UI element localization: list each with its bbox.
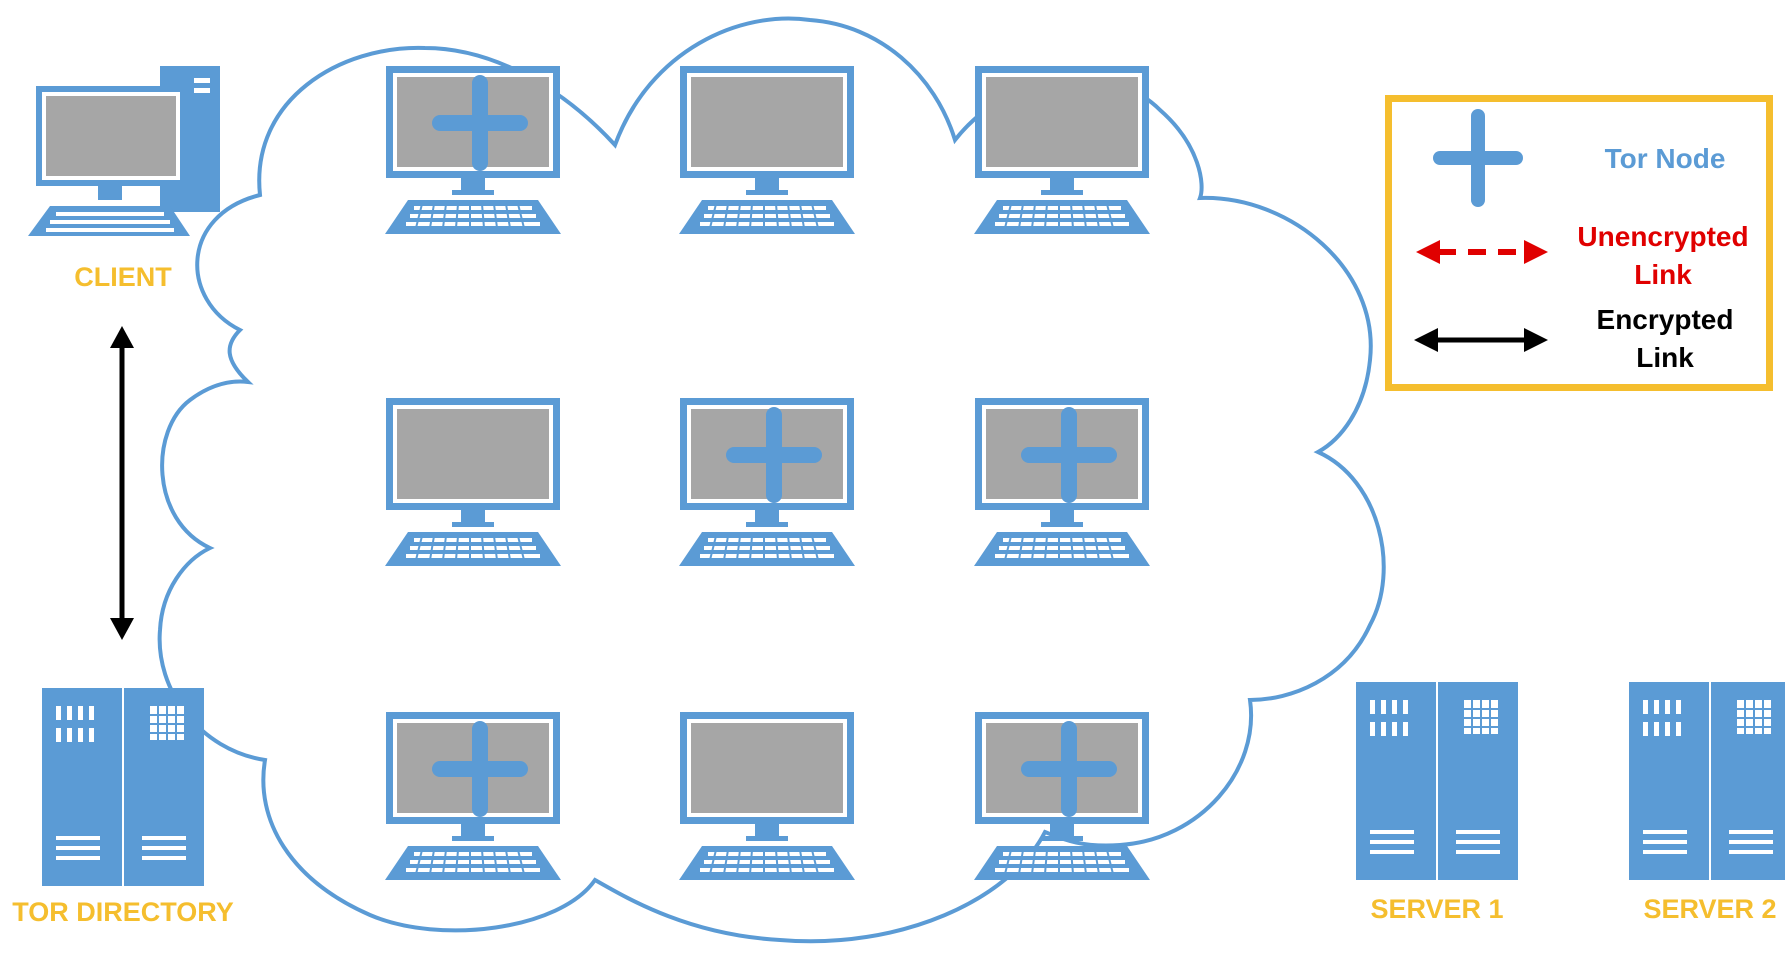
network-node [678, 65, 856, 235]
legend-unencrypted-line2: Link [1634, 259, 1692, 290]
legend-encrypted-line1: Encrypted [1596, 304, 1734, 335]
network-node [973, 711, 1151, 881]
legend-encrypted-label: Encrypted Link [1580, 301, 1750, 377]
server-1-icon [1355, 681, 1519, 881]
legend-tor-node-label: Tor Node [1604, 143, 1726, 174]
client-computer-icon [28, 66, 220, 236]
network-node [678, 397, 856, 567]
network-node [973, 65, 1151, 235]
server-1-label: SERVER 1 [1370, 894, 1504, 924]
legend-unencrypted-line1: Unencrypted [1577, 221, 1749, 252]
legend-unencrypted-label: Unencrypted Link [1570, 218, 1756, 294]
network-node [973, 397, 1151, 567]
network-node [384, 65, 562, 235]
server-2-icon [1628, 681, 1785, 881]
server-2-label: SERVER 2 [1643, 894, 1777, 924]
tor-directory-label: TOR DIRECTORY [12, 897, 234, 927]
client-label: CLIENT [74, 262, 172, 292]
network-nodes [384, 65, 1151, 881]
network-node [384, 397, 562, 567]
network-node [678, 711, 856, 881]
legend-encrypted-line2: Link [1636, 342, 1694, 373]
network-node [384, 711, 562, 881]
tor-directory-server-icon [41, 687, 205, 887]
